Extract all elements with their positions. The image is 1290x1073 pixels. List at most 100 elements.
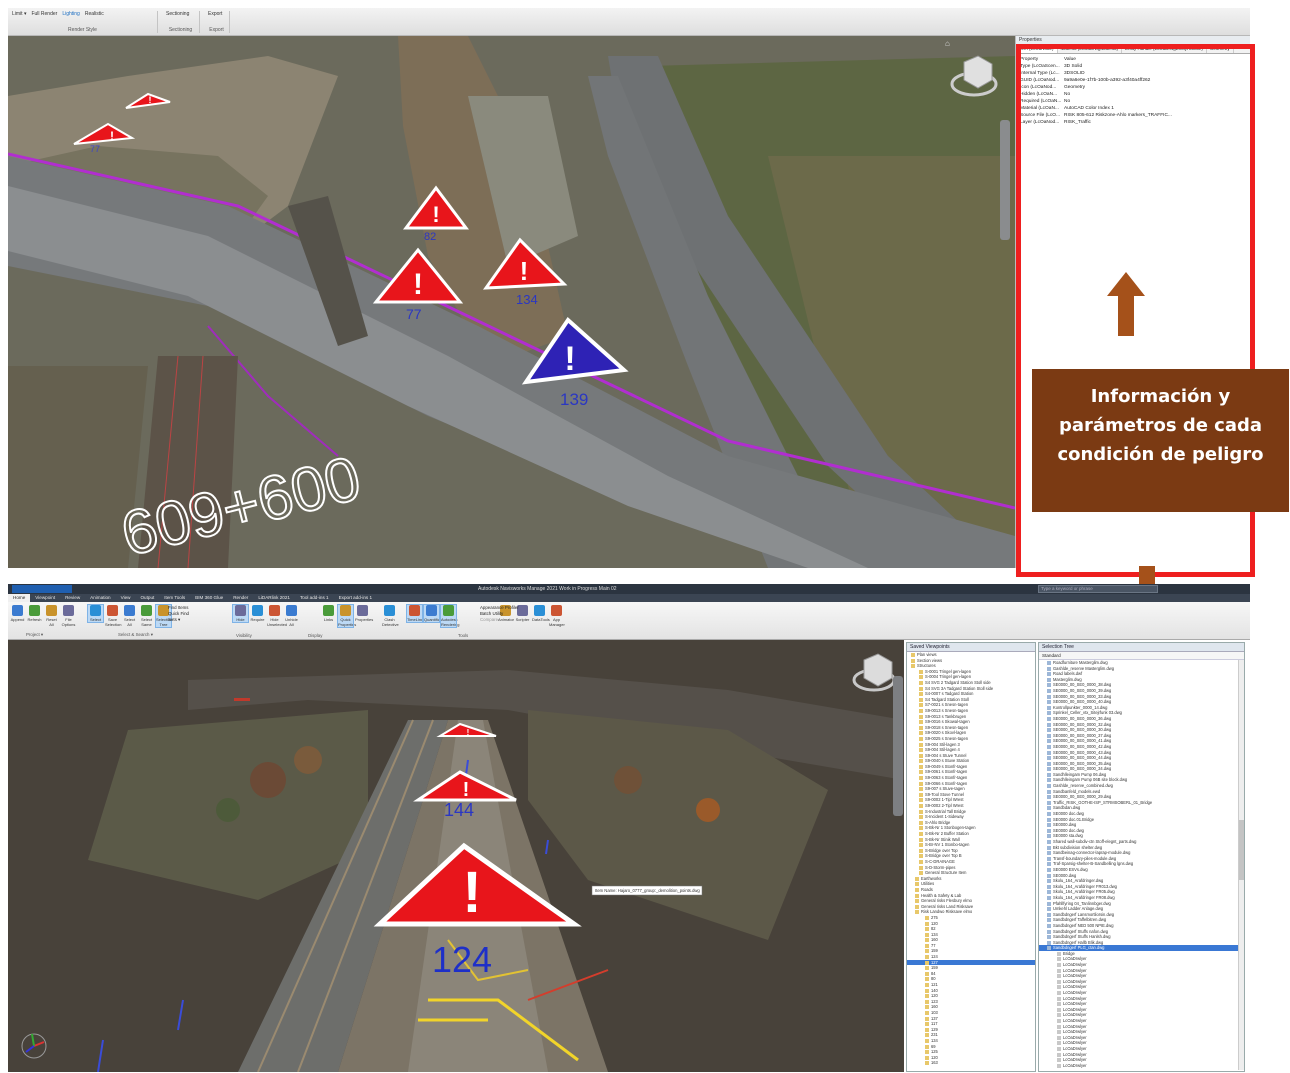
folder-icon [919,764,923,769]
folder-icon [915,910,919,915]
tree-item-label: 160 [931,1004,938,1010]
tool-button[interactable]: Reset All [44,605,59,627]
ribbon-tab[interactable]: Animation [85,594,115,602]
svg-text:!: ! [520,256,529,286]
tool-button[interactable]: Select All [122,605,137,627]
scrollbar[interactable] [1238,660,1244,1070]
compare-button[interactable]: Compare [480,617,519,623]
tool-button[interactable]: Quick Properties [337,604,356,628]
ribbon-tab[interactable]: LiDARlink 2021 [253,594,295,602]
tree-item-label: S-0001 Tringel gen-lagen [925,668,971,674]
tool-button[interactable]: Select Same [139,605,154,627]
viewport-top[interactable]: 609+600 ! ! 77 ! 82 ! 77 ! 134 ! 139 ⌂ [8,36,1015,568]
scrollbar-thumb[interactable] [1239,820,1244,880]
tree-item-label: S9-0016 s Skowal-tagen [925,719,970,725]
group-select-search[interactable]: Select & Search ▾ [118,632,153,638]
folder-icon [919,798,923,803]
quick-access-toolbar[interactable] [12,585,72,593]
selection-item-label: LcOaDrwlyer [1063,967,1087,973]
selection-item-label: SE0000_00_SE0_0000_34.dwg [1053,766,1112,772]
ribbon-tab[interactable]: View [116,594,136,602]
selection-item[interactable]: LcOaDrwlyer [1039,1063,1244,1069]
tool-button[interactable]: Select [87,604,104,623]
tool-button[interactable]: Links [321,605,336,622]
tool-button[interactable]: Save Selection [105,605,121,627]
navigation-bar[interactable] [1000,120,1010,240]
ribbon-tab[interactable]: Render [228,594,253,602]
file-icon [1047,834,1051,839]
sectioning-button[interactable]: Sectioning [166,11,189,17]
render-full-button[interactable]: Full Render [31,11,57,17]
ribbon-tab[interactable]: Home [8,594,31,602]
tree-item-label: S4-0007 s Tadgard Station [925,691,974,697]
tree-item-label: 117 [931,1021,938,1027]
tool-button[interactable]: Quantification [423,604,448,623]
ribbon-tab[interactable]: BIM 360 Glue [190,594,228,602]
folder-icon [925,949,929,954]
svg-text:!: ! [462,860,481,925]
tool-button[interactable]: Require [250,605,265,622]
sets-button[interactable]: Sets ▾ [168,617,189,623]
tool-icon [235,605,246,616]
tool-button[interactable]: Autodesk Rendering [440,604,459,628]
selection-item-label: Sandbdngerf Lansmortliorsin.dwg [1053,911,1114,917]
tool-button[interactable]: Clash Detective [382,605,399,627]
file-icon [1047,907,1051,912]
tool-button[interactable]: Unhide All [284,605,299,627]
tool-button[interactable]: App Manager [549,605,565,627]
ribbon-tab[interactable]: Output [135,594,159,602]
navigation-bar[interactable] [893,676,903,816]
tree-item-label: Roads [921,886,933,892]
tool-button[interactable]: Append [10,605,25,622]
search-placeholder: Type a keyword or phrase [1041,586,1093,591]
tool-button[interactable]: File Options [61,605,76,627]
selection-item-label: SE0000_00_SE0_0000_39.dwg [1053,687,1112,693]
folder-icon [919,848,923,853]
tool-button[interactable]: Hide [232,604,249,623]
group-display: Display [308,633,323,638]
selection-item-label: Skolu_164_Arafdringer FR05.dwg [1053,889,1115,895]
folder-icon [925,1055,929,1060]
render-limit-button[interactable]: Limit ▾ [12,11,26,17]
ribbon-tab[interactable]: Export add-ins 1 [334,594,377,602]
file-icon [1047,666,1051,671]
tool-button[interactable]: Hide Unselected [267,605,287,627]
selection-item-label: Kontrollpunkter_0000_14.dwg [1053,704,1108,710]
folder-icon [919,843,923,848]
tool-button[interactable]: DataTools [532,605,550,622]
export-button[interactable]: Export [208,11,222,17]
tool-button[interactable]: Properties [355,605,373,622]
selection-item-label: LcOaDrwlyer [1063,1029,1087,1035]
folder-icon [919,804,923,809]
render-realistic-button[interactable]: Realistic [85,11,104,17]
group-project[interactable]: Project ▾ [26,632,43,638]
ribbon-tab[interactable]: Tool add-ins 1 [295,594,334,602]
file-icon [1047,828,1051,833]
file-icon [1047,862,1051,867]
tree-item-label: 159 [931,965,938,971]
file-icon [1057,1030,1061,1035]
ribbon-tab[interactable]: Review [60,594,85,602]
svg-text:!: ! [463,779,470,801]
tree-item-label: 129 [931,1026,938,1032]
render-style-items[interactable]: Limit ▾ Full Render Lighting Realistic [12,11,153,17]
viewport-bottom[interactable]: ! ! 144 ! 124 Item Name: Hajaro_0777_gro… [8,640,904,1072]
folder-icon [911,664,915,669]
tooltip-text: Item Name: Hajaro_0777_group:_demolition… [595,888,700,893]
tool-button[interactable]: Refresh [27,605,42,622]
folder-icon [919,837,923,842]
search-input[interactable]: Type a keyword or phrase [1038,585,1158,593]
tool-button[interactable]: TimeLiner [406,604,425,623]
selection-tree-dropdown[interactable]: Standard [1039,652,1244,660]
tree-item[interactable]: 163 [907,1060,1035,1066]
selection-item-label: Bkt subdivision shelter.dwg [1053,844,1103,850]
selection-item-label: Road labels.dwf [1053,671,1083,677]
ribbon-tab[interactable]: Item Tools [159,594,190,602]
file-icon [1057,1035,1061,1040]
tool-icon [340,605,351,616]
render-lighting-button[interactable]: Lighting [62,11,80,17]
ribbon-tab[interactable]: Viewpoint [30,594,60,602]
tree-item-label: S-Industrial Tall Bridge [925,808,966,814]
tree-item-label: General risks Flesbury elmo [921,898,972,904]
home-icon[interactable]: ⌂ [945,39,950,48]
